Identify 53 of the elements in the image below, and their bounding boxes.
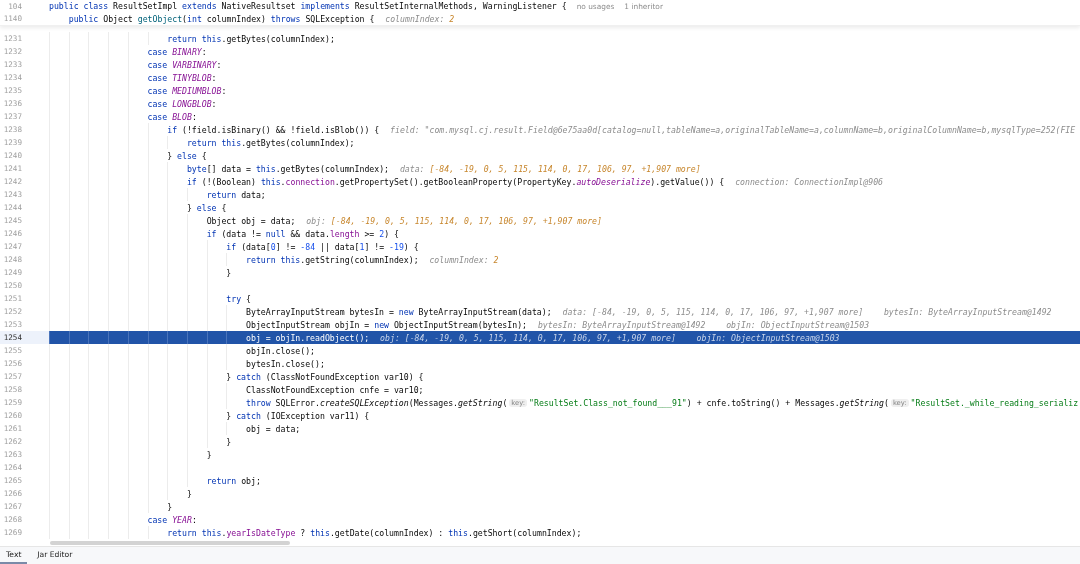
code-text: if (data[0] != -84 || data[1] != -19) { [226, 241, 419, 252]
code-text: objIn.close(); [246, 345, 316, 356]
code-text: return this.getBytes(columnIndex); [186, 137, 355, 148]
inline-hint: bytesIn: ByteArrayInputStream@1492 [883, 306, 1052, 317]
code-text: } catch (IOException var11) { [226, 410, 370, 421]
code-text: byte[] data = this.getBytes(columnIndex); [186, 163, 390, 174]
code-text: } [167, 501, 173, 512]
code-text: return this.yearIsDateType ? this.getDate(columnIndex) : this.getShort(columnIndex); [167, 527, 582, 538]
code-text: public class ResultSetImpl extends NativeResultset implements ResultSetInternalMethods, WarningListener { [49, 1, 567, 12]
inline-hint: columnIndex: 2 [429, 254, 499, 265]
code-text: } [206, 449, 212, 460]
code-text: try { [226, 293, 251, 304]
code-text: } [226, 436, 232, 447]
code-text: case MEDIUMBLOB: [147, 85, 227, 96]
inline-hint: objIn: ObjectInputStream@1503 [726, 319, 870, 330]
code-text: } [226, 267, 232, 278]
code-text: ClassNotFoundException cnfe = var10; [246, 384, 424, 395]
inline-hint: bytesIn: ByteArrayInputStream@1492 [537, 319, 706, 330]
inline-hint: data: [-84, -19, 0, 5, 115, 114, 0, 17, 106, 97, +1,907 more] [399, 163, 701, 174]
code-text: "ResultSet.Class_not_found___91") + cnfe.toString() + Messages.getString( [529, 397, 889, 408]
code-text: } [186, 488, 192, 499]
code-text: case LONGBLOB: [147, 98, 217, 109]
code-text: case BINARY: [147, 46, 207, 57]
inline-hint: field: "com.mysql.cj.result.Field@6e75aa0d[catalog=null,tableName=a,originalTableName=a,columnName=b,originalColumnName=b,mysqlType=252(FIE [390, 124, 1076, 135]
code-text: obj = objIn.readObject(); [246, 332, 370, 343]
code-text: return obj; [206, 475, 261, 486]
code-text: ByteArrayInputStream bytesIn = new ByteArrayInputStream(data); [246, 306, 552, 317]
code-text: case VARBINARY: [147, 59, 222, 70]
code-text: "ResultSet._while_reading_serializ [910, 397, 1079, 408]
code-text: case YEAR: [147, 514, 197, 525]
inline-hint: columnIndex: 2 [385, 13, 455, 24]
code-text: case TINYBLOB: [147, 72, 217, 83]
code-text: return this.getBytes(columnIndex); [167, 33, 335, 44]
code-text: } catch (ClassNotFoundException var10) { [226, 371, 424, 382]
code-text: return data; [206, 189, 266, 200]
code-text: } else { [167, 150, 207, 161]
code-text: ObjectInputStream objIn = new ObjectInputStream(bytesIn); [246, 319, 528, 330]
code-text: if (data != null && data.length >= 2) { [206, 228, 399, 239]
code-text: } else { [186, 202, 227, 213]
code-text: if (!field.isBinary() && !field.isBlob()) { [167, 124, 380, 135]
code-text: public Object getObject(int columnIndex) throws SQLException { [68, 13, 375, 24]
code-text: bytesIn.close(); [246, 358, 325, 369]
inline-hint: obj: [-84, -19, 0, 5, 115, 114, 0, 17, 106, 97, +1,907 more] [306, 215, 602, 226]
code-text: if (!(Boolean) this.connection.getPropertySet().getBooleanProperty(PropertyKey.autoDeserialize).getValue()) { [186, 176, 725, 187]
inline-hint: objIn: ObjectInputStream@1503 [696, 332, 840, 343]
code-text: case BLOB: [147, 111, 197, 122]
inline-hint: data: [-84, -19, 0, 5, 115, 114, 0, 17, 106, 97, +1,907 more] [562, 306, 864, 317]
inline-hint: connection: ConnectionImpl@906 [735, 176, 883, 187]
code-text: return this.getString(columnIndex); [246, 254, 419, 265]
code-text: throw SQLError.createSQLException(Messages.getString( [246, 397, 508, 408]
code-text: Object obj = data; [206, 215, 296, 226]
inline-hint: obj: [-84, -19, 0, 5, 115, 114, 0, 17, 106, 97, +1,907 more] [380, 332, 676, 343]
code-text: obj = data; [246, 423, 301, 434]
